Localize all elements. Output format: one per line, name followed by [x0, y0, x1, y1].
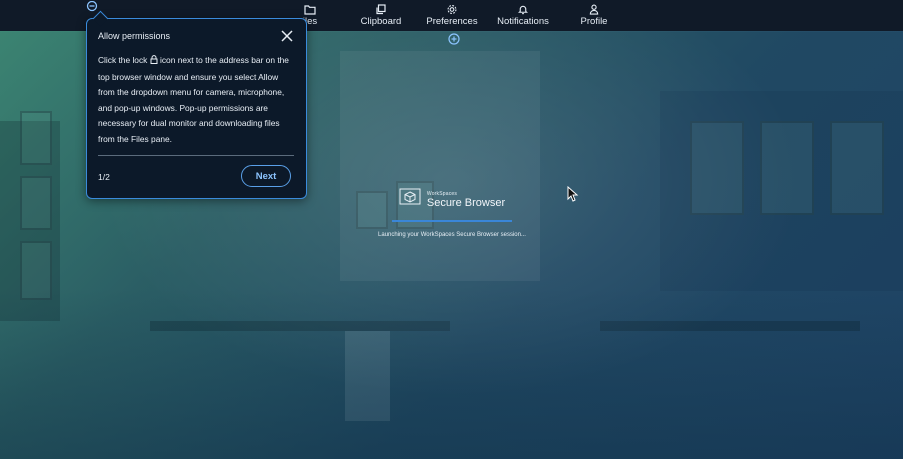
- popover-divider: [98, 155, 294, 156]
- popover-body: Click the lock icon next to the address …: [98, 53, 294, 148]
- toolbar-clipboard[interactable]: Clipboard: [346, 2, 416, 30]
- close-icon[interactable]: [280, 29, 294, 43]
- lock-icon: [150, 54, 158, 70]
- toolbar-preferences[interactable]: Preferences: [417, 2, 487, 30]
- toolbar-preferences-label: Preferences: [426, 16, 478, 27]
- popover-body-text-start: Click the lock: [98, 55, 150, 65]
- toolbar-profile[interactable]: Profile: [559, 2, 629, 30]
- next-button[interactable]: Next: [241, 165, 291, 187]
- launch-progress-fill: [392, 220, 512, 222]
- collapse-toolbar-icon[interactable]: [85, 0, 99, 12]
- clipboard-icon: [346, 4, 416, 15]
- toolbar-clipboard-label: Clipboard: [360, 16, 402, 27]
- expand-toolbar-icon[interactable]: [447, 32, 461, 46]
- permissions-popover: Allow permissions Click the lock icon ne…: [86, 10, 307, 199]
- popover-title: Allow permissions: [98, 31, 171, 41]
- mouse-cursor-icon: [567, 185, 579, 202]
- toolbar-profile-label: Profile: [580, 16, 608, 27]
- brand-secure-browser-text: Secure Browser: [426, 196, 506, 209]
- gear-icon: [417, 4, 487, 15]
- secure-browser-logo: WorkSpaces Secure Browser: [352, 188, 552, 211]
- bell-icon: [488, 4, 558, 15]
- folder-icon: [275, 4, 345, 15]
- launch-progress-bar: [392, 220, 512, 222]
- popover-step-indicator: 1/2: [98, 172, 110, 182]
- cube-logo-icon: [399, 188, 421, 211]
- person-icon: [559, 4, 629, 15]
- toolbar-notifications[interactable]: Notifications: [488, 2, 558, 30]
- popover-body-text-end: icon next to the address bar on the top …: [98, 55, 289, 144]
- launch-panel: WorkSpaces Secure Browser Launching your…: [352, 188, 552, 238]
- launch-status-message: Launching your WorkSpaces Secure Browser…: [378, 232, 526, 238]
- toolbar-notifications-label: Notifications: [497, 16, 549, 27]
